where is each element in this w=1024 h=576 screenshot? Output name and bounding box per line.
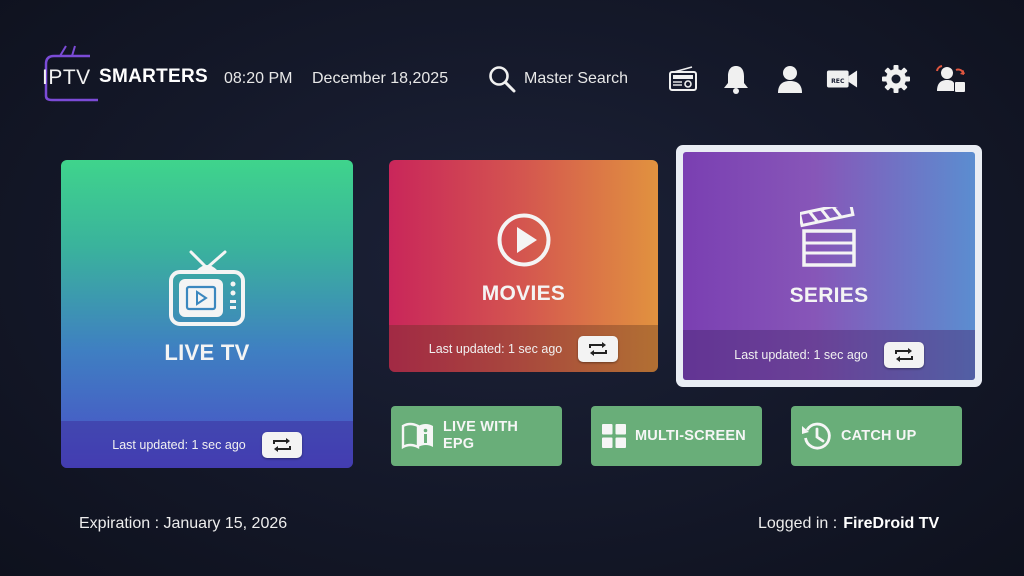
profile-button[interactable] — [774, 62, 806, 96]
movies-last-updated: Last updated: 1 sec ago — [428, 341, 563, 356]
tv-icon — [169, 250, 245, 326]
notifications-button[interactable] — [720, 62, 752, 96]
logged-in-info: Logged in : FireDroid TV — [758, 515, 939, 533]
movies-refresh-button[interactable] — [578, 335, 619, 362]
user-icon — [778, 66, 802, 93]
series-last-updated: Last updated: 1 sec ago — [734, 348, 868, 362]
movies-tile[interactable]: MOVIES Last updated: 1 sec ago — [389, 160, 658, 372]
series-title: SERIES — [789, 284, 869, 307]
catch-up-label: CATCH UP — [841, 427, 917, 444]
book-info-icon — [401, 422, 433, 450]
settings-button[interactable] — [880, 62, 912, 96]
multi-screen-button[interactable]: MULTI-SCREEN — [591, 406, 762, 466]
movies-footer: Last updated: 1 sec ago — [389, 325, 658, 372]
recordings-button[interactable]: REC — [826, 62, 858, 96]
app-logo: IPTV SMARTERS — [42, 42, 212, 104]
live-tv-tile[interactable]: LIVE TV Last updated: 1 sec ago — [61, 160, 353, 468]
live-with-epg-label: LIVE WITH EPG — [443, 419, 518, 453]
catch-up-button[interactable]: CATCH UP — [791, 406, 962, 466]
live-with-epg-button[interactable]: LIVE WITH EPG — [391, 406, 562, 466]
multi-screen-label: MULTI-SCREEN — [635, 427, 746, 444]
expiration-text: Expiration : January 15, 2026 — [79, 515, 288, 532]
series-tile[interactable]: SERIES Last updated: 1 sec ago — [683, 152, 975, 380]
switch-user-button[interactable] — [934, 62, 966, 96]
bell-icon — [724, 66, 748, 94]
live-tv-footer: Last updated: 1 sec ago — [61, 421, 353, 468]
history-icon — [802, 422, 831, 450]
radio-icon — [669, 66, 697, 91]
live-tv-refresh-button[interactable] — [261, 431, 302, 458]
epg-label-line2: EPG — [443, 436, 475, 452]
clapperboard-icon — [800, 207, 856, 267]
refresh-icon — [589, 341, 608, 356]
epg-label-line1: LIVE WITH — [443, 419, 519, 435]
record-icon: REC — [826, 70, 858, 88]
refresh-icon — [272, 437, 291, 452]
grid-icon — [602, 424, 626, 448]
current-date: December 18,2025 — [312, 70, 449, 87]
play-icon — [497, 213, 551, 267]
series-refresh-button[interactable] — [883, 342, 924, 368]
movies-title: MOVIES — [481, 282, 566, 305]
clock-time: 08:20 PM — [224, 70, 293, 87]
svg-text:REC: REC — [831, 78, 845, 85]
radio-button[interactable] — [667, 62, 699, 96]
logged-in-user: FireDroid TV — [843, 515, 940, 532]
search-icon — [489, 66, 516, 93]
logged-in-label: Logged in : — [758, 515, 838, 532]
live-tv-last-updated: Last updated: 1 sec ago — [112, 437, 246, 452]
series-footer: Last updated: 1 sec ago — [683, 330, 975, 380]
master-search-button[interactable]: Master Search — [488, 62, 628, 96]
switch-user-icon — [936, 65, 965, 92]
master-search-label: Master Search — [524, 70, 629, 87]
gear-icon — [882, 65, 910, 93]
logo-smarters-text: SMARTERS — [99, 66, 209, 87]
logo-iptv-text: IPTV — [42, 66, 91, 89]
refresh-icon — [894, 348, 913, 362]
live-tv-title: LIVE TV — [164, 340, 250, 365]
